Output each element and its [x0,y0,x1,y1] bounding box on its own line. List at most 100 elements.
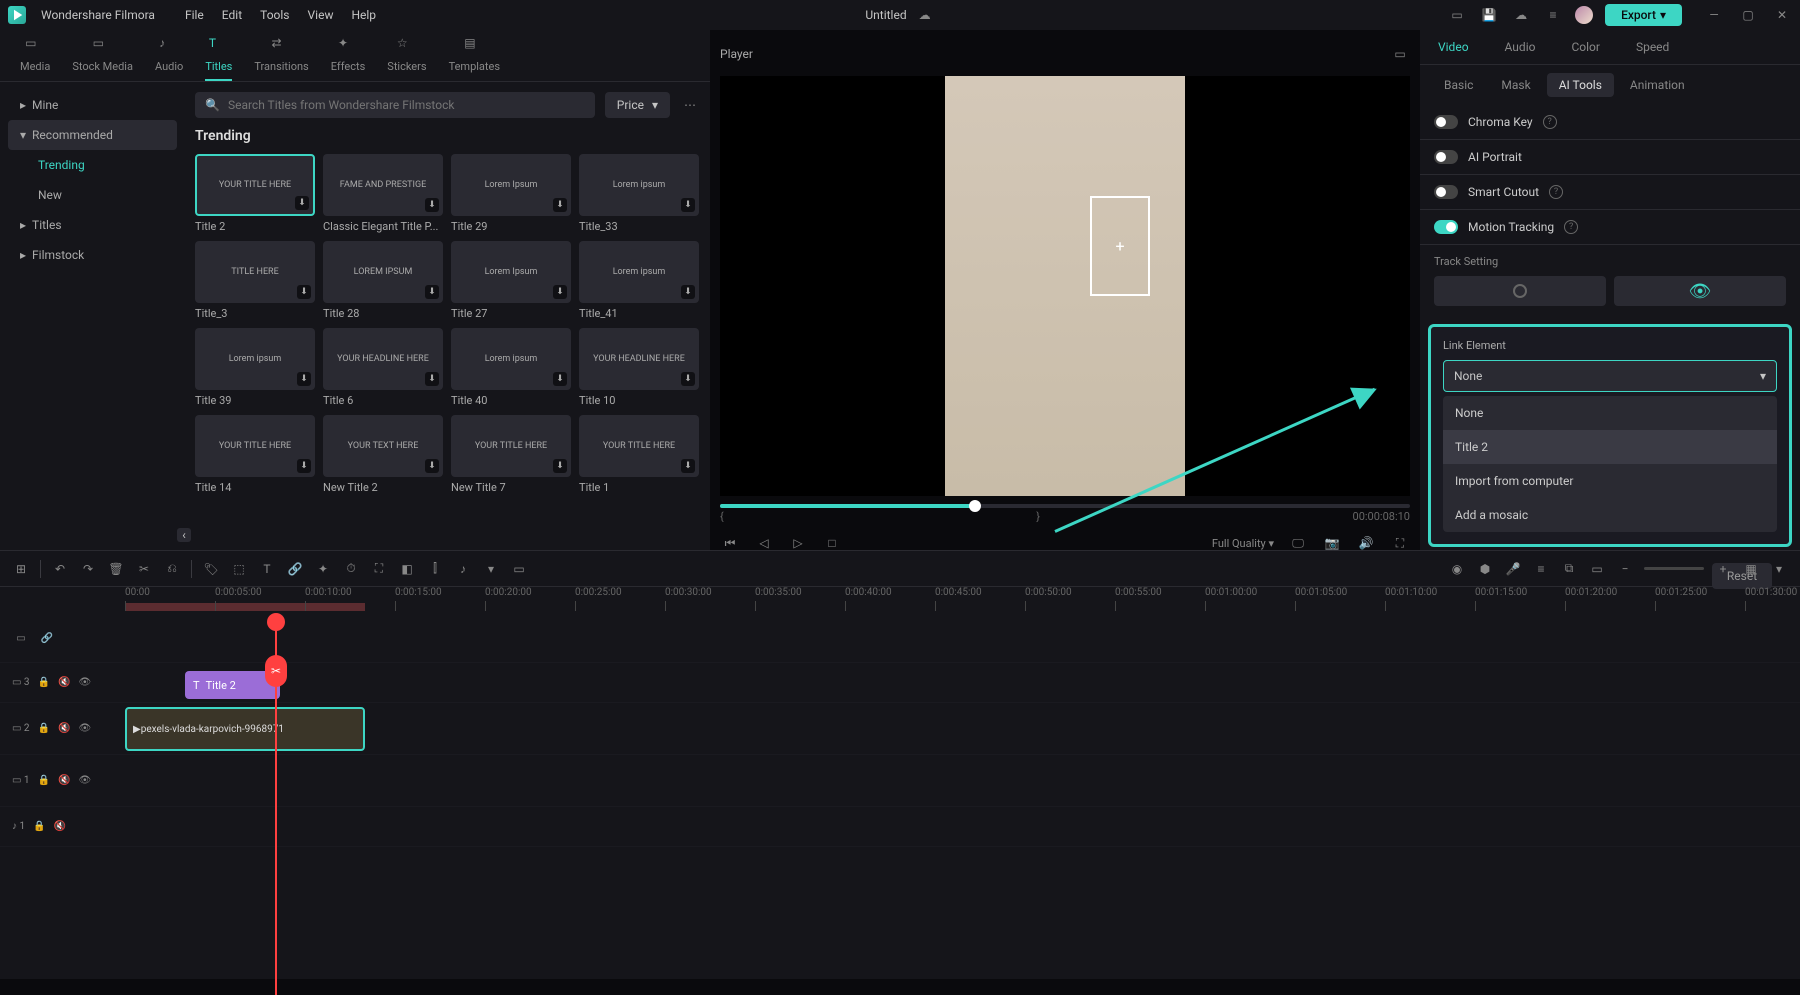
download-icon[interactable]: ⬇ [553,372,567,386]
lock-icon[interactable]: 🔒 [38,723,50,734]
thumb-title-3[interactable]: TITLE HERE⬇Title_3 [195,241,315,320]
download-icon[interactable]: ⬇ [553,459,567,473]
sidebar-recommended[interactable]: ▾ Recommended [8,120,177,150]
eye-icon[interactable]: 👁 [78,677,91,688]
option-mosaic[interactable]: Add a mosaic [1443,498,1777,532]
download-icon[interactable]: ⬇ [425,198,439,212]
help-icon[interactable]: ? [1543,115,1557,129]
menu-file[interactable]: File [185,8,204,22]
price-filter[interactable]: Price ▾ [605,92,670,118]
mute-icon[interactable]: 🔇 [58,775,70,786]
menu-help[interactable]: Help [351,8,376,22]
quality-dropdown[interactable]: Full Quality ▾ [1212,537,1274,550]
avatar[interactable] [1575,6,1593,24]
minimize-icon[interactable]: — [1704,5,1724,25]
collapse-sidebar-icon[interactable]: ‹ [177,528,191,542]
menu-view[interactable]: View [308,8,334,22]
close-icon[interactable]: ✕ [1772,5,1792,25]
save-icon[interactable]: 💾 [1479,5,1499,25]
option-title2[interactable]: Title 2 [1443,430,1777,464]
step-back-icon[interactable]: ◁ [754,533,774,553]
subtab-basic[interactable]: Basic [1432,73,1485,97]
thumb-title-1[interactable]: YOUR TITLE HERE⬇Title 1 [579,415,699,494]
eye-icon[interactable]: 👁 [78,775,91,786]
link-element-dropdown[interactable]: None ▾ [1443,360,1777,392]
thumb-new-title-7[interactable]: YOUR TITLE HERE⬇New Title 7 [451,415,571,494]
thumb-title-27[interactable]: Lorem Ipsum⬇Title 27 [451,241,571,320]
mic-icon[interactable]: 🎤 [1504,560,1522,578]
grid-icon[interactable]: ⊞ [12,560,30,578]
thumb-title-39[interactable]: Lorem ipsum⬇Title 39 [195,328,315,407]
undo-icon[interactable]: ↶ [51,560,69,578]
stop-icon[interactable]: □ [822,533,842,553]
track-link-icon[interactable]: 🔗 [38,630,56,648]
align-icon[interactable]: ⫿ [426,560,444,578]
maximize-icon[interactable]: ▢ [1738,5,1758,25]
video-clip[interactable]: ▶ pexels-vlada-karpovich-9968971 [125,707,365,751]
fit-icon[interactable]: ▭ [1588,560,1606,578]
media-tab-stickers[interactable]: ☆Stickers [387,36,426,81]
mark-out-icon[interactable]: } [1036,510,1040,523]
media-tab-titles[interactable]: TTitles [205,36,232,81]
subtab-ai-tools[interactable]: AI Tools [1547,73,1614,97]
download-icon[interactable]: ⬇ [681,459,695,473]
media-tab-templates[interactable]: ▤Templates [449,36,500,81]
cut-icon[interactable]: ✂ [135,560,153,578]
search-box[interactable]: 🔍 [195,92,595,118]
download-icon[interactable]: ⬇ [295,196,309,210]
mute-icon[interactable]: 🔇 [58,723,70,734]
download-icon[interactable]: ⬇ [425,372,439,386]
lock-icon[interactable]: 🔒 [38,775,50,786]
tag-icon[interactable]: 🏷 [202,560,220,578]
search-input[interactable] [228,98,585,112]
download-icon[interactable]: ⬇ [553,198,567,212]
eye-icon[interactable]: 👁 [78,723,91,734]
download-icon[interactable]: ⬇ [553,285,567,299]
shield-icon[interactable]: ⬢ [1476,560,1494,578]
list-icon[interactable]: ≡ [1532,560,1550,578]
download-icon[interactable]: ⬇ [297,459,311,473]
media-tab-media[interactable]: ▭Media [20,36,50,81]
cloud-icon[interactable]: ☁ [1511,5,1531,25]
help-icon[interactable]: ? [1564,220,1578,234]
more-icon[interactable]: ⋯ [680,95,700,115]
export-button[interactable]: Export ▾ [1605,4,1682,26]
chroma-key-toggle[interactable] [1434,115,1458,129]
thumb-title-28[interactable]: LOREM IPSUM⬇Title 28 [323,241,443,320]
redo-icon[interactable]: ↷ [79,560,97,578]
speed-icon[interactable]: ⏱ [342,560,360,578]
zoom-out-icon[interactable]: − [1616,560,1634,578]
track-box-advanced[interactable]: 👁 [1614,276,1786,306]
download-icon[interactable]: ⬇ [297,285,311,299]
thumb-title-2[interactable]: YOUR TITLE HERE⬇Title 2 [195,154,315,233]
group-icon[interactable]: ⧉ [1560,560,1578,578]
scissors-handle[interactable]: ✂ [265,655,287,687]
options-icon[interactable]: ▾ [1770,560,1788,578]
sidebar-new[interactable]: New [8,180,177,210]
download-icon[interactable]: ⬇ [681,198,695,212]
motion-tracking-box[interactable] [1090,196,1150,296]
snapshot-icon[interactable]: 📷 [1322,533,1342,553]
sidebar-trending[interactable]: Trending [8,150,177,180]
option-import[interactable]: Import from computer [1443,464,1777,498]
thumb-title-6[interactable]: YOUR HEADLINE HERE⬇Title 6 [323,328,443,407]
subtab-animation[interactable]: Animation [1618,73,1697,97]
mute-icon[interactable]: 🔇 [58,677,70,688]
hamburger-icon[interactable]: ≡ [1543,5,1563,25]
smart-cutout-toggle[interactable] [1434,185,1458,199]
zoom-in-icon[interactable]: + [1714,560,1732,578]
mix-icon[interactable]: ◉ [1448,560,1466,578]
prop-tab-speed[interactable]: Speed [1618,30,1687,64]
thumb-title-33[interactable]: Lorem ipsum⬇Title_33 [579,154,699,233]
download-icon[interactable]: ⬇ [425,285,439,299]
menu-tools[interactable]: Tools [260,8,289,22]
thumb-new-title-2[interactable]: YOUR TEXT HERE⬇New Title 2 [323,415,443,494]
media-tab-effects[interactable]: ✦Effects [331,36,366,81]
mute-icon[interactable]: 🔇 [54,821,66,832]
thumb-title-40[interactable]: Lorem ipsum⬇Title 40 [451,328,571,407]
option-none[interactable]: None [1443,396,1777,430]
lock-icon[interactable]: 🔒 [33,821,45,832]
scrubber-handle[interactable] [969,500,981,512]
subtab-mask[interactable]: Mask [1489,73,1542,97]
prop-tab-audio[interactable]: Audio [1487,30,1554,64]
